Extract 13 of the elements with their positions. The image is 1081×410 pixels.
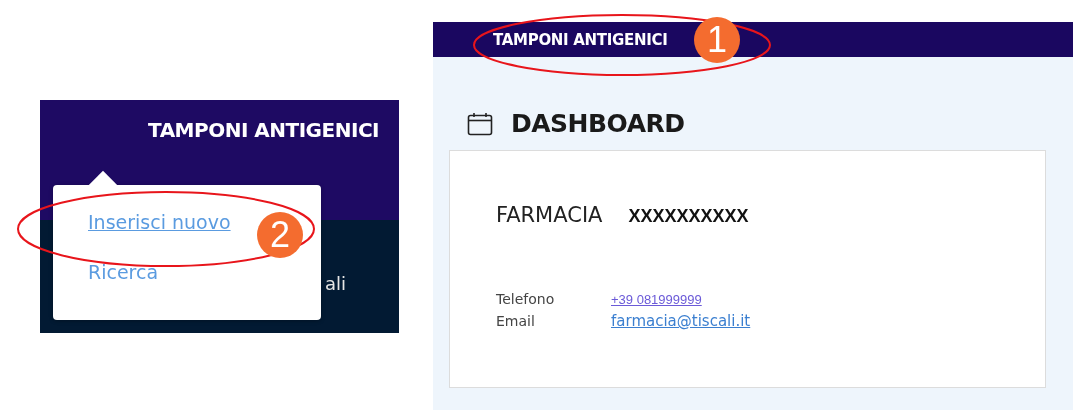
menu-text: ali (325, 273, 347, 294)
calendar-icon (467, 111, 493, 136)
page-title: DASHBOARD (511, 109, 685, 138)
contact-link[interactable]: farmacia@tiscali.it (611, 312, 751, 330)
menu-item[interactable]: Inserisci nuovo (88, 211, 231, 233)
app-title: TAMPONI ANTIGENICI (148, 118, 379, 144)
menu-item[interactable]: Ricerca (88, 261, 159, 283)
field-label: Email (496, 313, 536, 329)
contact-link[interactable]: +39 081999999 (611, 292, 702, 307)
app-title: TAMPONI ANTIGENICI (493, 30, 668, 49)
pharmacy-name: XXXXXXXXXX (628, 206, 749, 227)
card-label: FARMACIA (496, 203, 603, 227)
field-label: Telefono (496, 291, 556, 307)
